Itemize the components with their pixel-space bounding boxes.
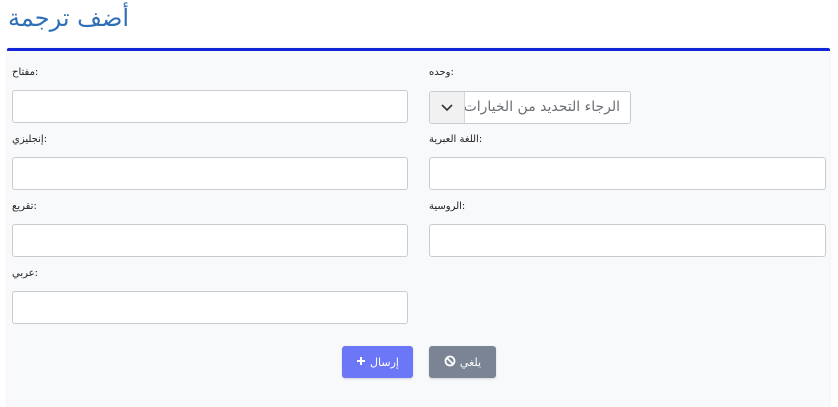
english-input[interactable] [12, 157, 408, 190]
plus-icon [356, 356, 366, 369]
russian-label: :الروسية [429, 201, 466, 212]
cancel-button-label: يلغي [459, 355, 482, 369]
ban-icon [444, 355, 456, 370]
submit-button[interactable]: إرسال [342, 346, 413, 378]
page-title: أضف ترجمة [8, 4, 130, 32]
unit-label: :وحده [429, 67, 454, 78]
arabic-input[interactable] [12, 291, 408, 324]
unit-select-placeholder: الرجاء التحديد من الخيارات [465, 99, 620, 115]
key-label: :مفتاح [12, 67, 39, 78]
unit-select[interactable]: الرجاء التحديد من الخيارات [429, 91, 631, 124]
hebrew-label: :اللغة العبرية [429, 134, 483, 145]
arabic-label: :عربي [12, 268, 38, 279]
chevron-down-icon [430, 92, 465, 123]
english-label: :إنجليزي [12, 134, 48, 145]
russian-input[interactable] [429, 224, 826, 257]
tigrinya-input[interactable] [12, 224, 408, 257]
key-input[interactable] [12, 90, 408, 123]
hebrew-input[interactable] [429, 157, 826, 190]
cancel-button[interactable]: يلغي [429, 346, 496, 378]
submit-button-label: إرسال [370, 355, 399, 369]
tigrinya-label: :تقريع [12, 201, 37, 212]
